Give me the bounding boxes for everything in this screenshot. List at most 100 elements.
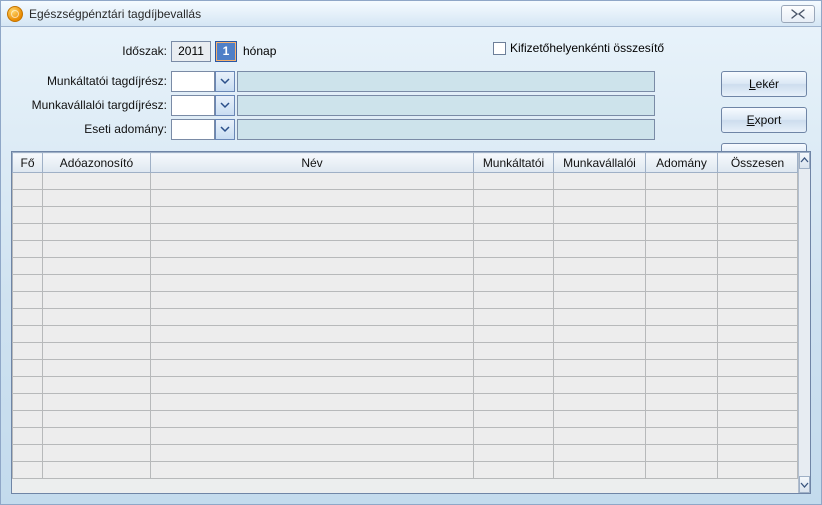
- table-cell[interactable]: [554, 343, 646, 360]
- scroll-up-button[interactable]: [799, 152, 810, 169]
- table-cell[interactable]: [13, 309, 43, 326]
- table-cell[interactable]: [151, 207, 474, 224]
- table-cell[interactable]: [718, 292, 798, 309]
- table-cell[interactable]: [43, 377, 151, 394]
- table-cell[interactable]: [554, 411, 646, 428]
- table-cell[interactable]: [474, 411, 554, 428]
- table-cell[interactable]: [474, 275, 554, 292]
- table-cell[interactable]: [474, 428, 554, 445]
- table-cell[interactable]: [718, 190, 798, 207]
- table-cell[interactable]: [646, 428, 718, 445]
- employer-input[interactable]: [171, 71, 215, 92]
- year-input[interactable]: [171, 41, 211, 62]
- table-row[interactable]: [13, 309, 798, 326]
- table-cell[interactable]: [43, 224, 151, 241]
- table-cell[interactable]: [151, 275, 474, 292]
- table-cell[interactable]: [43, 309, 151, 326]
- summary-checkbox[interactable]: [493, 42, 506, 55]
- table-cell[interactable]: [13, 173, 43, 190]
- table-row[interactable]: [13, 428, 798, 445]
- export-button[interactable]: Export: [721, 107, 807, 133]
- employee-dropdown-button[interactable]: [215, 95, 235, 116]
- table-row[interactable]: [13, 462, 798, 479]
- table-cell[interactable]: [13, 326, 43, 343]
- table-cell[interactable]: [151, 258, 474, 275]
- table-row[interactable]: [13, 360, 798, 377]
- table-cell[interactable]: [554, 377, 646, 394]
- table-row[interactable]: [13, 394, 798, 411]
- table-cell[interactable]: [151, 224, 474, 241]
- table-cell[interactable]: [718, 394, 798, 411]
- table-cell[interactable]: [151, 190, 474, 207]
- employee-input[interactable]: [171, 95, 215, 116]
- table-cell[interactable]: [646, 258, 718, 275]
- table-cell[interactable]: [13, 292, 43, 309]
- table-cell[interactable]: [474, 309, 554, 326]
- table-cell[interactable]: [554, 207, 646, 224]
- table-cell[interactable]: [718, 275, 798, 292]
- table-cell[interactable]: [13, 224, 43, 241]
- table-cell[interactable]: [718, 207, 798, 224]
- table-cell[interactable]: [718, 343, 798, 360]
- table-cell[interactable]: [43, 462, 151, 479]
- table-cell[interactable]: [474, 377, 554, 394]
- table-cell[interactable]: [646, 190, 718, 207]
- table-cell[interactable]: [13, 207, 43, 224]
- table-cell[interactable]: [151, 173, 474, 190]
- col-header-nev[interactable]: Név: [151, 153, 474, 173]
- table-cell[interactable]: [646, 207, 718, 224]
- table-cell[interactable]: [43, 258, 151, 275]
- table-cell[interactable]: [151, 326, 474, 343]
- table-cell[interactable]: [718, 224, 798, 241]
- table-cell[interactable]: [43, 411, 151, 428]
- table-cell[interactable]: [43, 292, 151, 309]
- table-row[interactable]: [13, 343, 798, 360]
- table-row[interactable]: [13, 326, 798, 343]
- table-cell[interactable]: [13, 411, 43, 428]
- table-cell[interactable]: [554, 224, 646, 241]
- table-cell[interactable]: [646, 241, 718, 258]
- table-cell[interactable]: [718, 258, 798, 275]
- table-row[interactable]: [13, 173, 798, 190]
- table-cell[interactable]: [43, 241, 151, 258]
- scroll-down-button[interactable]: [799, 476, 810, 493]
- col-header-os[interactable]: Összesen: [718, 153, 798, 173]
- table-cell[interactable]: [13, 377, 43, 394]
- table-cell[interactable]: [646, 326, 718, 343]
- table-row[interactable]: [13, 258, 798, 275]
- scroll-track[interactable]: [799, 169, 810, 476]
- table-row[interactable]: [13, 241, 798, 258]
- table-cell[interactable]: [13, 445, 43, 462]
- table-cell[interactable]: [554, 258, 646, 275]
- table-cell[interactable]: [43, 275, 151, 292]
- table-cell[interactable]: [646, 292, 718, 309]
- table-cell[interactable]: [718, 428, 798, 445]
- table-cell[interactable]: [13, 241, 43, 258]
- table-cell[interactable]: [646, 377, 718, 394]
- table-cell[interactable]: [474, 343, 554, 360]
- month-input[interactable]: [215, 41, 237, 62]
- table-cell[interactable]: [554, 462, 646, 479]
- table-cell[interactable]: [43, 360, 151, 377]
- table-cell[interactable]: [554, 241, 646, 258]
- table-row[interactable]: [13, 207, 798, 224]
- table-cell[interactable]: [474, 207, 554, 224]
- table-cell[interactable]: [646, 173, 718, 190]
- table-cell[interactable]: [554, 360, 646, 377]
- table-row[interactable]: [13, 377, 798, 394]
- table-cell[interactable]: [151, 343, 474, 360]
- table-cell[interactable]: [151, 377, 474, 394]
- col-header-mk[interactable]: Munkáltatói: [474, 153, 554, 173]
- table-cell[interactable]: [646, 275, 718, 292]
- table-cell[interactable]: [13, 258, 43, 275]
- table-cell[interactable]: [43, 428, 151, 445]
- table-cell[interactable]: [13, 394, 43, 411]
- col-header-mv[interactable]: Munkavállalói: [554, 153, 646, 173]
- table-cell[interactable]: [151, 462, 474, 479]
- table-row[interactable]: [13, 224, 798, 241]
- table-row[interactable]: [13, 445, 798, 462]
- table-cell[interactable]: [718, 411, 798, 428]
- table-cell[interactable]: [43, 343, 151, 360]
- fetch-button[interactable]: Lekér: [721, 71, 807, 97]
- table-row[interactable]: [13, 190, 798, 207]
